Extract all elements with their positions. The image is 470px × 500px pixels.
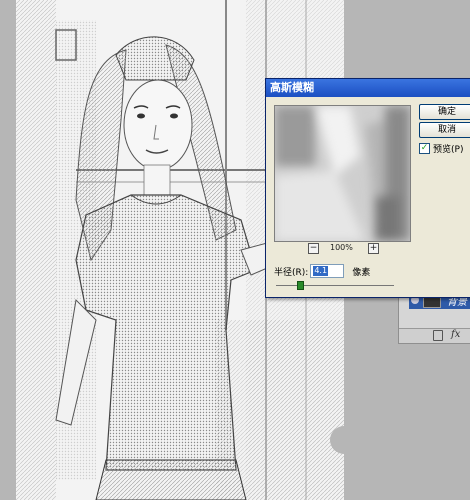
radius-unit: 像素 [352, 267, 371, 278]
radius-value: 4.1 [313, 266, 329, 276]
radius-label: 半径(R): [274, 267, 309, 278]
fx-icon[interactable]: fx [451, 329, 460, 340]
layers-footer: fx [399, 328, 470, 343]
preview-checkbox[interactable]: ✓ [419, 142, 430, 154]
blur-preview[interactable] [274, 105, 411, 242]
zoom-in-button[interactable]: + [368, 243, 379, 254]
gaussian-blur-dialog: 高斯模糊 − 100% + 确定 取消 ✓ 预览(P) 半径(R): 4.1 像… [265, 78, 470, 298]
zoom-controls: − 100% + [306, 243, 379, 255]
dialog-title[interactable]: 高斯模糊 [266, 79, 470, 97]
radius-slider[interactable] [276, 281, 394, 290]
preview-checkbox-row[interactable]: ✓ 预览(P) [419, 141, 463, 155]
zoom-out-button[interactable]: − [308, 243, 319, 254]
lock-icon[interactable] [433, 330, 443, 341]
zoom-level: 100% [330, 243, 353, 252]
radius-row: 半径(R): 4.1 像素 [274, 263, 370, 279]
radius-input[interactable]: 4.1 [310, 264, 345, 278]
ok-button[interactable]: 确定 [419, 104, 470, 120]
preview-label: 预览(P) [433, 144, 464, 155]
cancel-button[interactable]: 取消 [419, 122, 470, 138]
preview-image [275, 106, 410, 241]
slider-thumb[interactable] [297, 281, 304, 290]
